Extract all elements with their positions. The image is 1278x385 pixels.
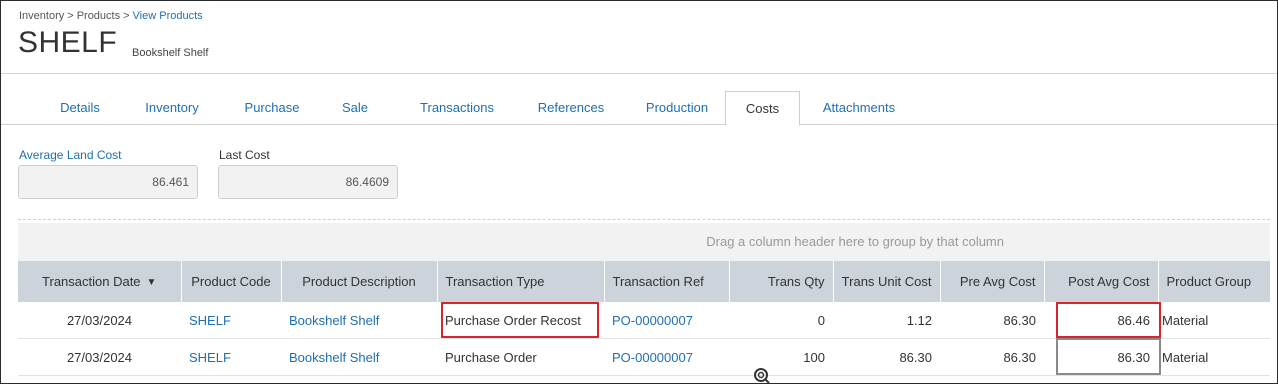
- product-view: Inventory > Products > View Products SHELF B…: [1, 1, 1277, 384]
- cell-transaction-type: Purchase Order: [437, 338, 604, 376]
- average-land-cost-label[interactable]: Average Land Cost: [19, 148, 122, 162]
- average-land-cost-field[interactable]: 86.461: [18, 165, 198, 199]
- column-header-post-avg-cost[interactable]: Post Avg Cost: [1044, 261, 1159, 302]
- breadcrumb-separator: >: [67, 10, 74, 22]
- column-header-product-description[interactable]: Product Description: [281, 261, 438, 302]
- column-header-label: Transaction Date: [42, 274, 141, 289]
- breadcrumb-inventory[interactable]: Inventory: [19, 10, 64, 22]
- cell-trans-unit-cost: 86.30: [833, 338, 940, 376]
- tab-inventory[interactable]: Inventory: [131, 91, 213, 125]
- tab-details[interactable]: Details: [41, 91, 119, 125]
- tab-sale[interactable]: Sale: [327, 91, 383, 125]
- breadcrumb-products[interactable]: Products: [77, 10, 120, 22]
- tab-costs[interactable]: Costs: [725, 91, 800, 126]
- busy-cursor-icon: [754, 368, 770, 384]
- column-header-product-group[interactable]: Product Group: [1158, 261, 1271, 302]
- cell-transaction-date: 27/03/2024: [18, 302, 181, 339]
- tab-attachments[interactable]: Attachments: [807, 91, 911, 125]
- header-divider: [1, 73, 1277, 74]
- cell-pre-avg-cost: 86.30: [940, 302, 1044, 339]
- cell-product-group: Material: [1158, 302, 1270, 339]
- cell-trans-unit-cost: 1.12: [833, 302, 940, 339]
- table-row[interactable]: 27/03/2024 SHELF Bookshelf Shelf Purchas…: [18, 302, 1270, 339]
- tab-references[interactable]: References: [519, 91, 623, 125]
- tab-purchase[interactable]: Purchase: [229, 91, 315, 125]
- tab-transactions[interactable]: Transactions: [401, 91, 513, 125]
- last-cost-label: Last Cost: [219, 148, 270, 162]
- table-row[interactable]: 27/03/2024 SHELF Bookshelf Shelf Purchas…: [18, 338, 1270, 376]
- cell-pre-avg-cost: 86.30: [940, 338, 1044, 376]
- column-header-trans-unit-cost[interactable]: Trans Unit Cost: [833, 261, 941, 302]
- column-header-product-code[interactable]: Product Code: [181, 261, 282, 302]
- column-header-trans-qty[interactable]: Trans Qty: [729, 261, 834, 302]
- caret-down-icon[interactable]: ▼: [147, 277, 157, 288]
- cell-trans-qty: 100: [729, 338, 833, 376]
- grid-header-row: Transaction Date ▼ Product Code Product D…: [18, 261, 1271, 302]
- cell-product-description-link[interactable]: Bookshelf Shelf: [281, 302, 437, 339]
- costs-grid: Transaction Date ▼ Product Code Product D…: [18, 261, 1271, 376]
- section-divider: [18, 219, 1270, 220]
- cell-product-group: Material: [1158, 338, 1270, 376]
- column-header-transaction-type[interactable]: Transaction Type: [437, 261, 605, 302]
- cell-product-description-link[interactable]: Bookshelf Shelf: [281, 338, 437, 376]
- column-header-transaction-date[interactable]: Transaction Date ▼: [18, 261, 182, 302]
- page-subtitle: Bookshelf Shelf: [132, 47, 209, 59]
- breadcrumb-separator: >: [123, 10, 130, 22]
- cell-transaction-type: Purchase Order Recost: [437, 302, 604, 339]
- group-by-panel[interactable]: Drag a column header here to group by th…: [18, 223, 1270, 261]
- cell-product-code-link[interactable]: SHELF: [181, 302, 281, 339]
- tab-production[interactable]: Production: [629, 91, 725, 125]
- breadcrumb: Inventory > Products > View Products: [19, 10, 203, 22]
- cell-trans-qty: 0: [729, 302, 833, 339]
- breadcrumb-view-products[interactable]: View Products: [133, 10, 203, 22]
- cell-post-avg-cost: 86.46: [1044, 302, 1158, 339]
- cell-product-code-link[interactable]: SHELF: [181, 338, 281, 376]
- column-header-pre-avg-cost[interactable]: Pre Avg Cost: [940, 261, 1045, 302]
- page-title: SHELF: [18, 26, 118, 59]
- last-cost-field[interactable]: 86.4609: [218, 165, 398, 199]
- tab-bar: Details Inventory Purchase Sale Transact…: [1, 91, 1277, 126]
- cell-transaction-date: 27/03/2024: [18, 338, 181, 376]
- cell-post-avg-cost: 86.30: [1044, 338, 1158, 376]
- cell-transaction-ref-link[interactable]: PO-00000007: [604, 302, 729, 339]
- cell-transaction-ref-link[interactable]: PO-00000007: [604, 338, 729, 376]
- column-header-transaction-ref[interactable]: Transaction Ref: [604, 261, 730, 302]
